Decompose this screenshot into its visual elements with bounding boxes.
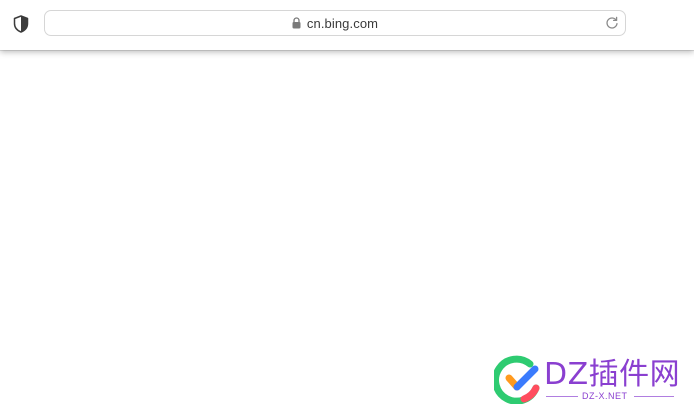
watermark-logo-icon [492, 354, 544, 405]
url-display[interactable]: cn.bing.com [45, 11, 625, 35]
shield-half-icon[interactable] [13, 15, 29, 33]
browser-toolbar: cn.bing.com [0, 0, 694, 50]
reload-icon[interactable] [605, 16, 619, 30]
url-text: cn.bing.com [306, 15, 379, 31]
watermark: DZ插件网 DZ-X.NET [492, 354, 684, 408]
watermark-divider-left [546, 396, 578, 397]
watermark-divider-right [634, 396, 674, 397]
watermark-title: DZ插件网 [544, 357, 681, 392]
lock-icon [292, 16, 301, 29]
address-bar[interactable]: cn.bing.com [44, 10, 626, 36]
watermark-subtitle: DZ-X.NET [582, 391, 628, 401]
